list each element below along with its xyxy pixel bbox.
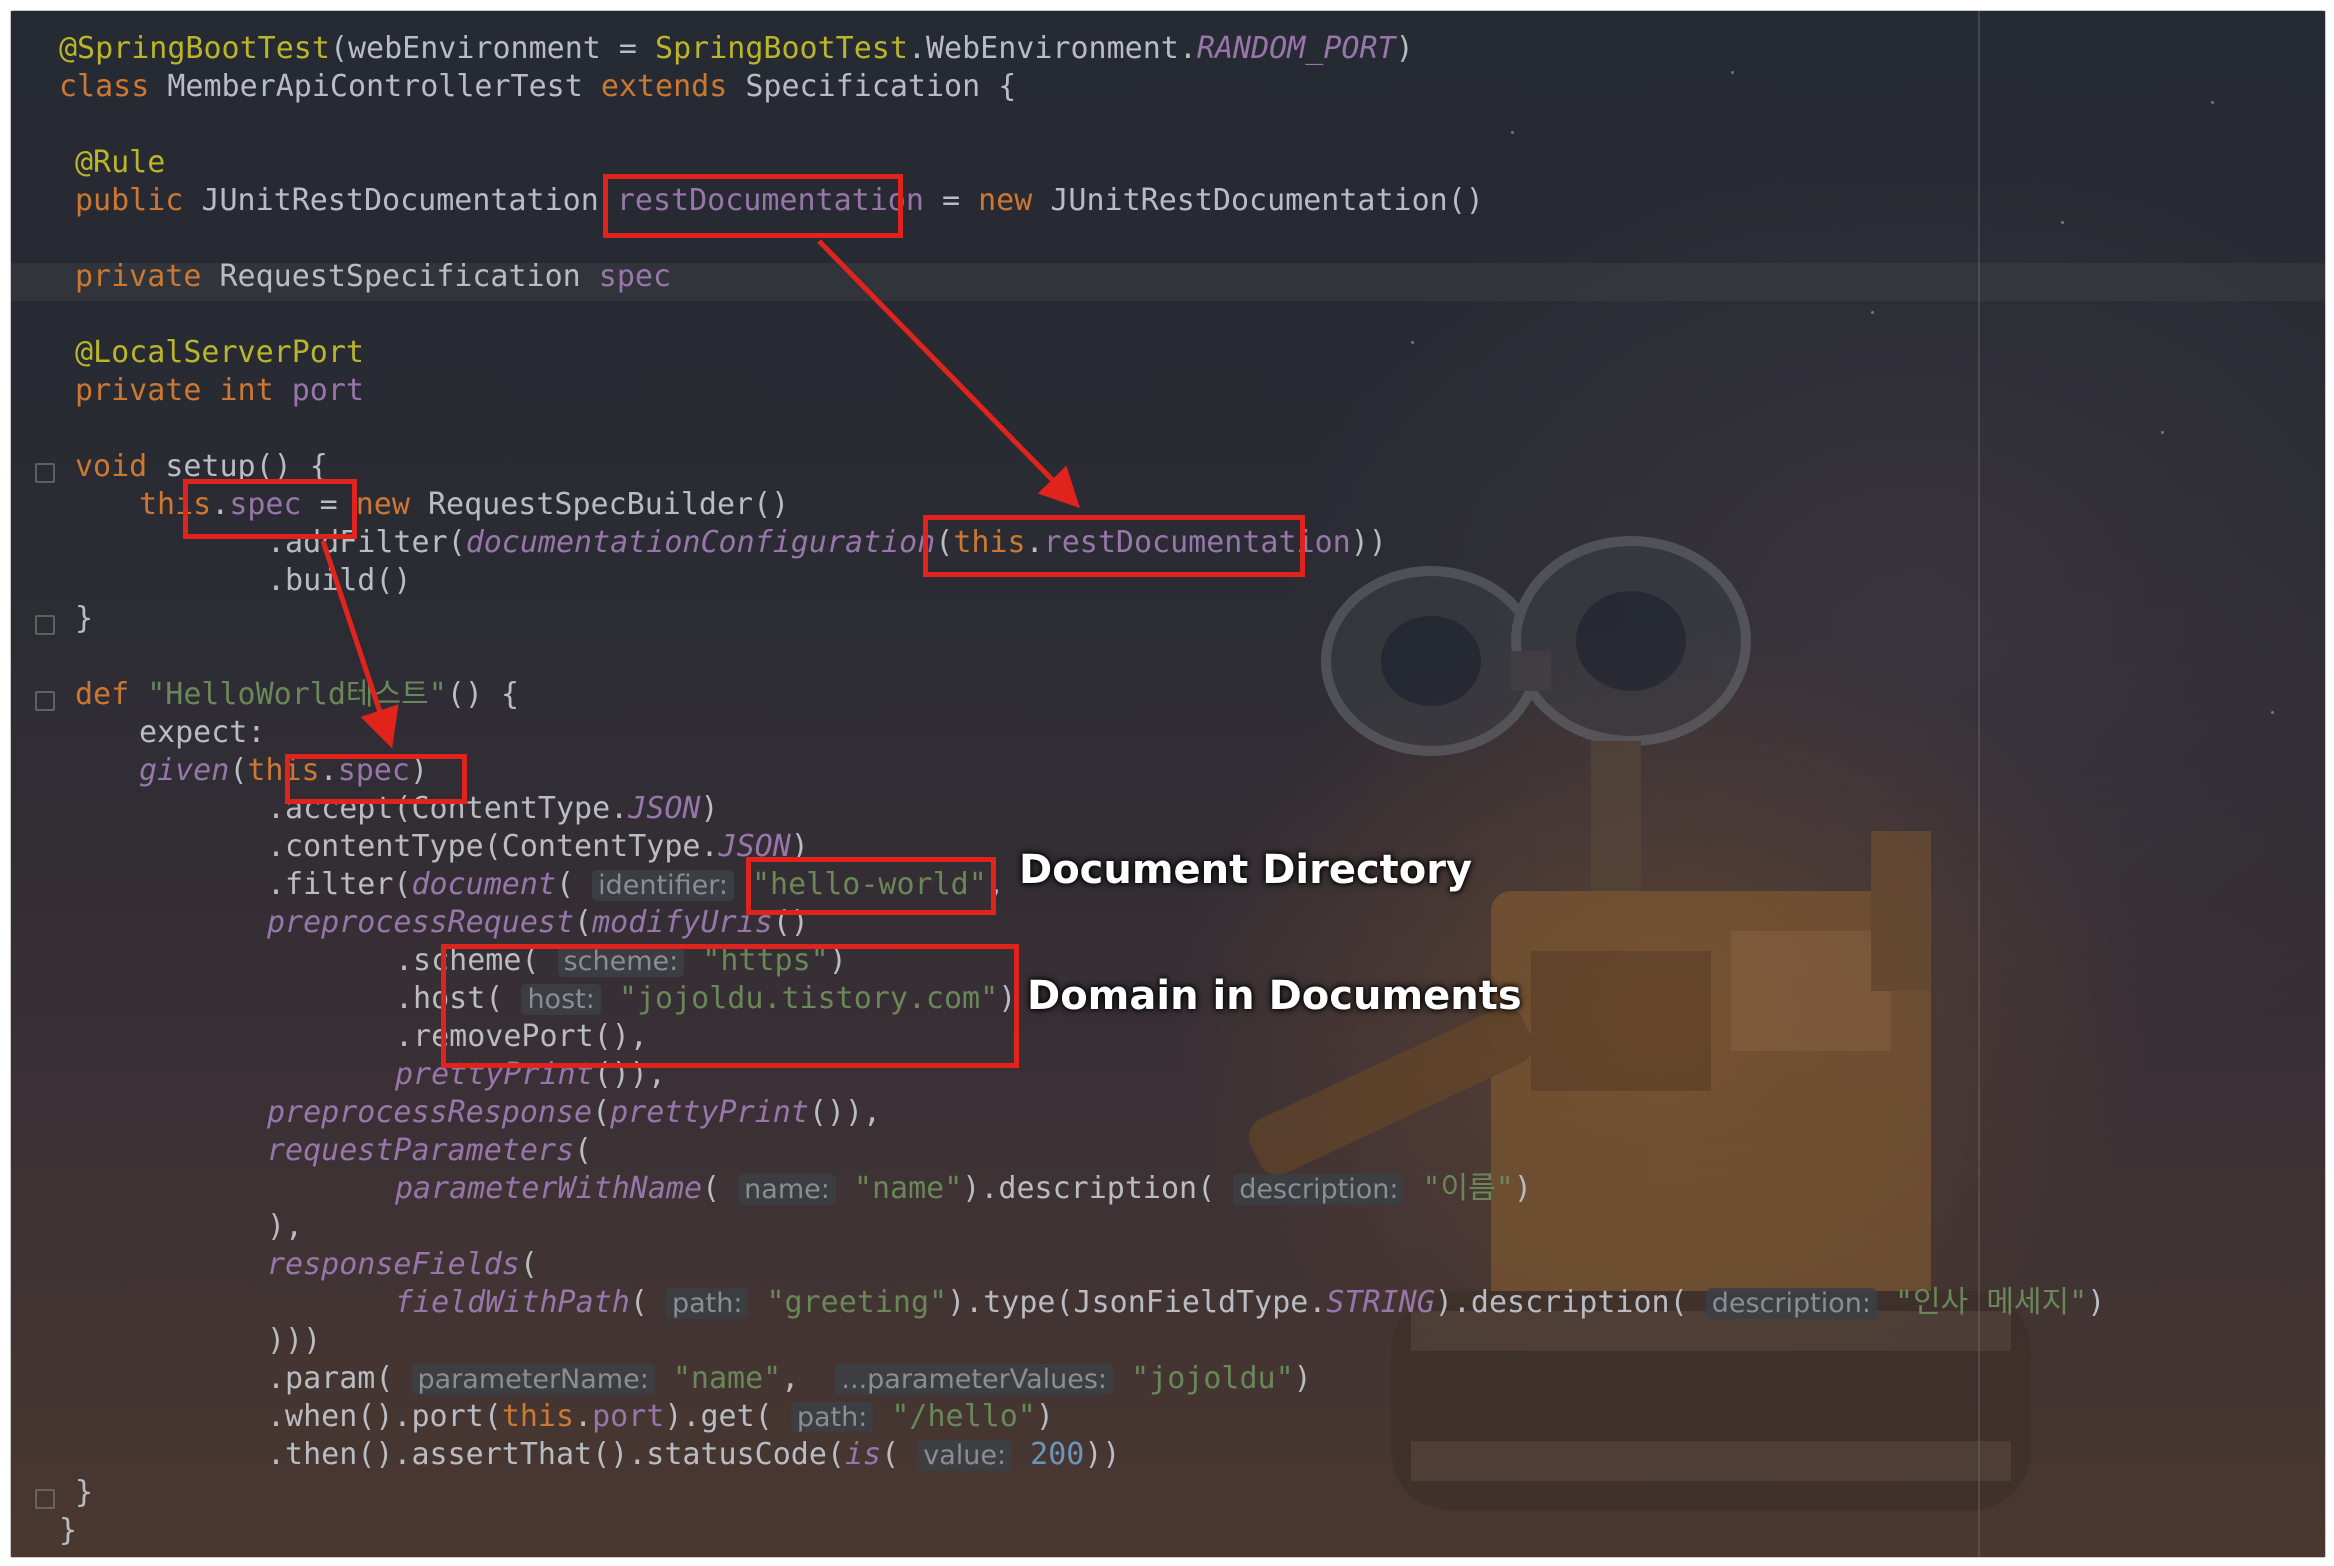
- callout-document-directory: Document Directory: [1019, 847, 1473, 893]
- arrow-spec-to-given: [320, 540, 399, 749]
- arrow-field-to-config: [817, 239, 1080, 509]
- code-editor-screenshot: @SpringBootTest(webEnvironment = SpringB…: [10, 10, 2326, 1558]
- callout-domain-in-documents: Domain in Documents: [1027, 973, 1522, 1019]
- annotation-arrows: [320, 239, 1080, 749]
